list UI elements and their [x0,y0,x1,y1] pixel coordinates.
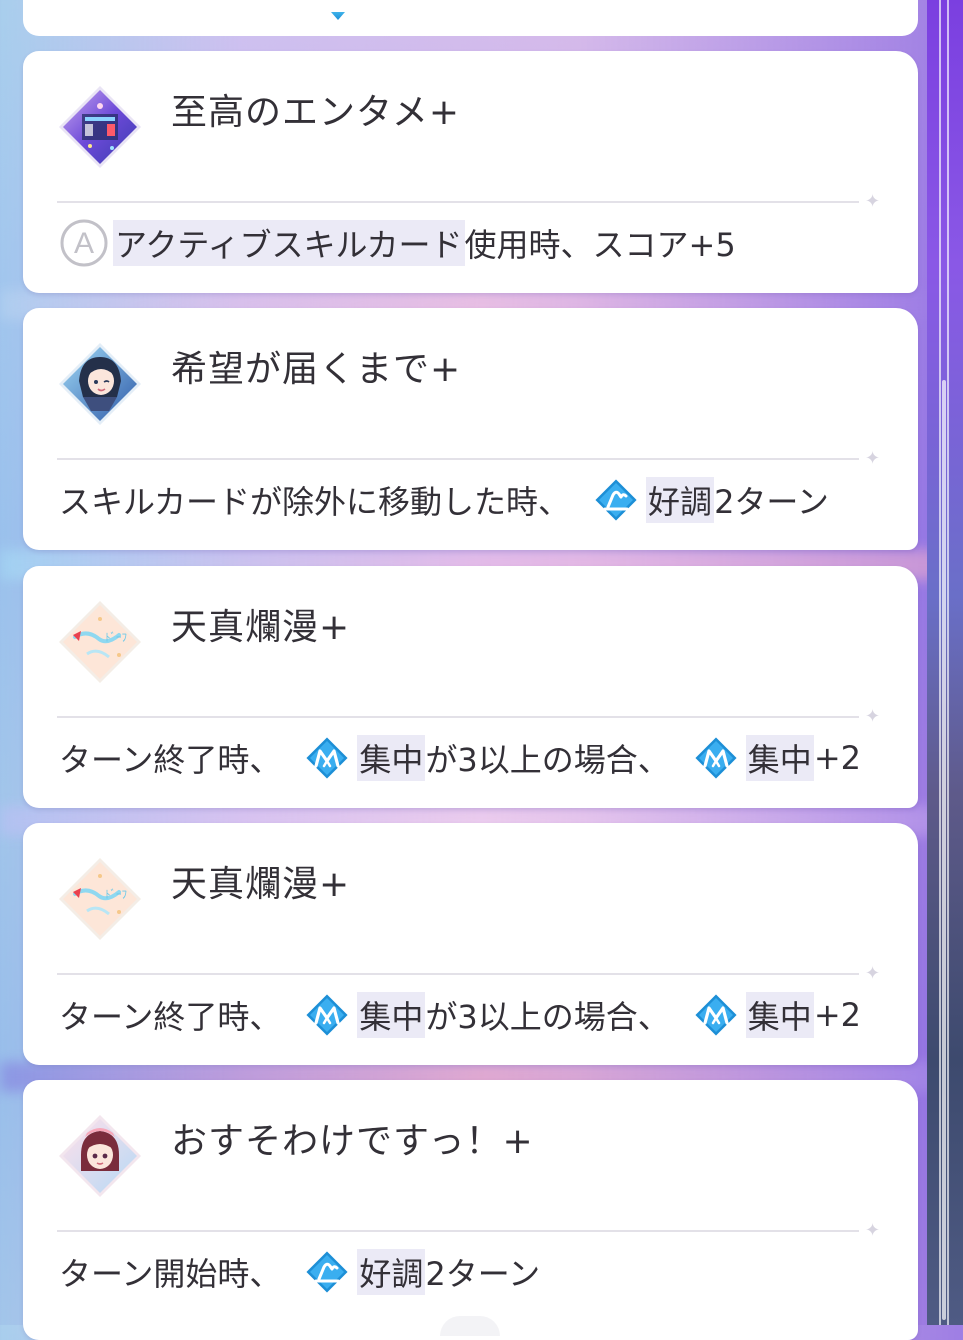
description-text: 2ターン [425,1255,541,1293]
card-title: 希望が届くまで+ [171,349,462,390]
card-title: おすそわけですっ！+ [171,1121,534,1162]
card-divider [57,973,859,975]
sparkle-icon: ✦ [865,1220,881,1241]
bottom-handle [440,1316,500,1336]
skill-card[interactable]: ﾄﾞｰﾌ 天真爛漫+ ✦ ターン終了時、 集中 が3以上の場合、 集中 +2 [23,823,918,1065]
description-text: が3以上の場合、 [425,998,670,1036]
sparkle-icon: ✦ [865,963,881,984]
skill-card[interactable]: ﾄﾞｰﾌ 天真爛漫+ ✦ ターン終了時、 集中 が3以上の場合、 集中 +2 [23,566,918,808]
good-condition-icon [303,1248,351,1296]
concentration-icon [692,734,740,782]
concentration-icon [303,991,351,1039]
skill-card[interactable]: おすそわけですっ！+ ✦ ターン開始時、 好調 2ターン [23,1080,918,1340]
svg-text:A: A [74,227,94,260]
card-description: ターン開始時、 好調 2ターン [59,1248,540,1296]
card-description: ターン終了時、 集中 が3以上の場合、 集中 +2 [59,991,861,1039]
skill-type-keyword: アクティブスキルカード [113,220,465,266]
description-text: ターン終了時、 [59,741,282,779]
card-title: 天真爛漫+ [171,607,351,648]
idol-portrait-icon [59,1115,141,1197]
description-text: +2 [813,996,861,1034]
concentration-icon [692,991,740,1039]
sparkle-icon: ✦ [865,191,881,212]
card-title: 至高のエンタメ+ [171,92,461,133]
status-keyword: 集中 [745,992,814,1038]
card-description: A アクティブスキルカード 使用時、スコア+5 [59,219,736,267]
good-condition-icon [592,476,640,524]
ribbon-illustration-icon: ﾄﾞｰﾌ [59,601,141,683]
status-keyword: 集中 [357,735,426,781]
status-icon-partial [331,12,345,20]
card-divider [57,458,859,460]
status-keyword: 好調 [646,477,715,523]
concentration-icon [303,734,351,782]
scrollbar-thumb[interactable] [942,380,946,1320]
card-divider [57,1230,859,1232]
description-text: +2 [813,739,861,777]
card-description: ターン終了時、 集中 が3以上の場合、 集中 +2 [59,734,861,782]
svg-text:ﾄﾞｰﾌ: ﾄﾞｰﾌ [105,631,127,644]
card-divider [57,201,859,203]
stage-illustration-icon [59,86,141,168]
description-text: 使用時、スコア+5 [464,226,736,264]
description-text: 2ターン [714,483,829,521]
status-keyword: 好調 [357,1249,426,1295]
previous-card-partial [23,0,918,36]
idol-portrait-icon [59,343,141,425]
description-text: が3以上の場合、 [425,741,670,779]
description-text: スキルカードが除外に移動した時、 [59,483,571,521]
description-text: ターン終了時、 [59,998,282,1036]
skill-card[interactable]: 至高のエンタメ+ ✦ A アクティブスキルカード 使用時、スコア+5 [23,51,918,293]
active-skill-a-icon: A [60,219,108,267]
svg-text:ﾄﾞｰﾌ: ﾄﾞｰﾌ [105,888,127,901]
ribbon-illustration-icon: ﾄﾞｰﾌ [59,858,141,940]
card-divider [57,716,859,718]
status-keyword: 集中 [745,735,814,781]
description-text: ターン開始時、 [59,1255,282,1293]
sparkle-icon: ✦ [865,706,881,727]
status-keyword: 集中 [357,992,426,1038]
sparkle-icon: ✦ [865,448,881,469]
card-description: スキルカードが除外に移動した時、 好調 2ターン [59,476,829,524]
card-title: 天真爛漫+ [171,864,351,905]
skill-card[interactable]: 希望が届くまで+ ✦ スキルカードが除外に移動した時、 好調 2ターン [23,308,918,550]
